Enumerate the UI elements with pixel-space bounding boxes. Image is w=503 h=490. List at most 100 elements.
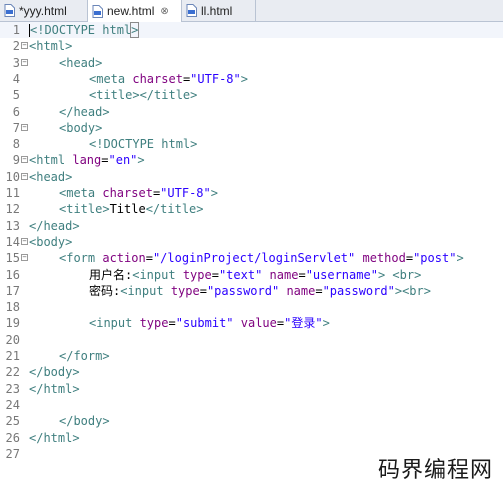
code-editor[interactable]: 1 <!DOCTYPE html> 2− <html> 3− <head> 4 <meta c… [0,22,503,462]
fold-toggle-icon[interactable]: − [21,58,28,66]
code-token: > [394,283,403,298]
code-line[interactable]: 2− <html> [0,38,503,54]
code-token: = [145,251,153,266]
code-line[interactable]: 6 </head> [0,104,503,120]
fold-toggle-icon[interactable]: − [21,254,28,262]
line-number: 19 [5,316,20,331]
code-text: </body> [59,413,110,429]
fold-toggle-icon[interactable]: − [21,172,28,180]
line-number: 13 [5,218,20,233]
code-token: <br> [402,283,431,298]
code-line[interactable]: 12 <title>Title</title> [0,201,503,217]
tab-label: *yyy.html [19,3,67,18]
line-number: 18 [5,300,20,315]
code-text: </html> [29,430,80,446]
code-line[interactable]: 3− <head> [0,55,503,71]
code-token: type [139,316,169,331]
code-text: <title>Title</title> [59,201,204,217]
tab-new-html[interactable]: new.html ⊗ [88,0,182,22]
code-line[interactable]: 9− <html lang="en"> [0,152,503,168]
code-token: <head> [29,169,73,184]
code-line[interactable]: 21 </form> [0,348,503,364]
code-line[interactable]: 4 <meta charset="UTF-8"> [0,71,503,87]
code-line[interactable]: 13 </head> [0,218,503,234]
code-line[interactable]: 11 <meta charset="UTF-8"> [0,185,503,201]
code-line[interactable]: 15− <form action="/loginProject/loginServ… [0,250,503,266]
tab-label: ll.html [201,3,233,18]
fold-toggle-icon[interactable]: − [21,123,28,131]
line-number: 17 [5,283,20,298]
code-token: = [101,153,109,168]
line-number: 11 [5,186,20,200]
code-line[interactable]: 22 </body> [0,364,503,380]
site-watermark: 码界编程网 [375,452,495,484]
code-token: action [102,251,146,266]
code-line[interactable]: 16 用户名:<input type="text" name="username"… [0,267,503,283]
code-token: = [315,283,323,298]
code-token: name [269,267,299,282]
code-line[interactable]: 25 </body> [0,413,503,429]
code-text: <body> [59,120,102,136]
line-number: 2 [12,39,20,54]
code-text: <!DOCTYPE html> [89,136,197,152]
line-number: 23 [5,381,20,396]
code-token: "登录" [284,316,323,331]
code-token: > [130,22,140,38]
code-text: </head> [59,104,110,120]
code-text: </form> [59,348,110,364]
code-line[interactable]: 19 <input type="submit" value="登录"> [0,315,503,331]
code-line[interactable]: 17 密码:<input type="password" name="passwo… [0,283,503,299]
code-token: </title> [145,202,204,217]
close-icon[interactable]: ⊗ [160,6,168,17]
code-text: 密码:<input type="password" name="password… [89,283,431,299]
code-token: <input [132,267,183,282]
code-token: <!DOCTYPE html> [89,137,198,152]
code-line[interactable]: 14− <body> [0,234,503,250]
code-token: </body> [29,365,80,380]
code-token: "/loginProject/loginServlet" [152,251,356,266]
code-line[interactable]: 23 </html> [0,381,503,397]
code-text: <meta charset="UTF-8"> [89,71,248,87]
code-token: > [456,251,464,266]
code-text: </body> [29,364,80,380]
code-line[interactable]: 1 <!DOCTYPE html> [0,22,503,38]
code-token: 密码: [89,283,121,298]
code-text: <head> [59,55,102,71]
code-token: <input [89,316,140,331]
code-token: "text" [218,267,263,282]
code-line[interactable]: 20 [0,332,503,348]
code-token: "username" [305,267,378,282]
code-token: <meta [89,71,133,86]
code-text: <body> [29,234,72,250]
tab-ll-html[interactable]: ll.html [182,0,256,21]
line-number: 25 [5,414,20,429]
fold-toggle-icon[interactable]: − [21,42,28,50]
html-file-icon [186,4,197,17]
tab-yyy-html[interactable]: *yyy.html [0,0,88,21]
code-line[interactable]: 8 <!DOCTYPE html> [0,136,503,152]
code-token: Title [109,202,146,217]
fold-toggle-icon[interactable]: − [21,156,28,164]
code-line[interactable]: 18 [0,299,503,315]
code-line[interactable]: 10− <head> [0,169,503,185]
code-token: type [182,267,212,282]
html-file-icon [4,4,15,17]
code-text: <input type="submit" value="登录"> [89,315,330,331]
line-number: 9 [12,153,20,168]
code-line[interactable]: 26 </html> [0,430,503,446]
line-number: 10 [5,169,20,184]
code-token: <title> [59,202,110,217]
code-line[interactable]: 24 [0,397,503,413]
line-number: 6 [12,104,20,119]
line-number: 21 [5,349,20,363]
code-token: </html> [29,430,80,445]
code-token: "en" [108,153,138,168]
code-line[interactable]: 5 <title></title> [0,87,503,103]
line-number: 24 [5,397,20,412]
line-number: 8 [12,137,20,152]
fold-toggle-icon[interactable]: − [21,237,28,245]
code-token: <html [29,153,73,168]
code-token: <form [59,251,103,266]
code-line[interactable]: 7− <body> [0,120,503,136]
